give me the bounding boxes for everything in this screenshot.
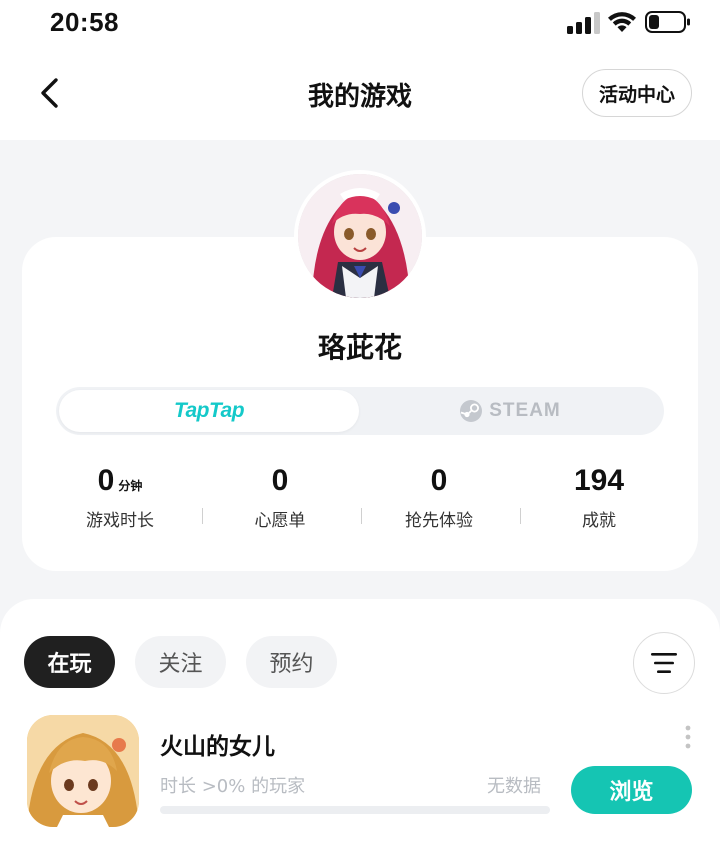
battery-icon: [645, 11, 690, 33]
sort-icon: [651, 653, 677, 673]
stat-value: 0: [271, 464, 289, 497]
status-bar: 20:58: [0, 0, 720, 48]
tab-playing[interactable]: 在玩: [24, 636, 115, 688]
nav-bar: 我的游戏 活动中心: [0, 48, 720, 140]
sort-filter-button[interactable]: [633, 632, 695, 694]
status-time: 20:58: [50, 7, 119, 37]
game-title[interactable]: 火山的女儿: [160, 727, 275, 761]
stat-early-access[interactable]: 0 抢先体验: [359, 462, 519, 531]
activity-center-button[interactable]: 活动中心: [582, 69, 692, 117]
game-icon[interactable]: [27, 715, 139, 827]
tab-reserved[interactable]: 预约: [246, 636, 337, 688]
username: 珞茈花: [317, 331, 402, 364]
steam-label: STEAM: [489, 400, 561, 421]
browse-button[interactable]: 浏览: [571, 766, 692, 814]
platform-switcher: TapTap STEAM: [56, 387, 664, 435]
stat-achievements[interactable]: 194 成就: [519, 462, 679, 531]
stat-value: 0: [97, 464, 115, 497]
stat-label: 成就: [582, 511, 616, 531]
avatar-illustration: [298, 174, 422, 298]
stat-label: 游戏时长: [86, 511, 154, 531]
stat-wishlist[interactable]: 0 心愿单: [200, 462, 360, 531]
taptap-logo: TapTap: [173, 399, 245, 422]
game-cover-illustration: [27, 715, 139, 827]
game-playtime-percentile: 时长 >0% 的玩家: [160, 776, 306, 797]
avatar[interactable]: [294, 170, 426, 302]
stat-value-wrap: 0 分钟: [40, 462, 200, 500]
tab-following[interactable]: 关注: [135, 636, 226, 688]
stat-value: 0: [430, 464, 448, 497]
cellular-signal-icon: [567, 12, 600, 34]
stat-unit: 分钟: [118, 479, 143, 493]
taptap-tab[interactable]: TapTap: [59, 390, 359, 432]
steam-tab[interactable]: STEAM: [360, 390, 660, 432]
stat-playtime[interactable]: 0 分钟 游戏时长: [40, 462, 200, 531]
stat-value: 194: [573, 464, 625, 497]
steam-icon: [460, 400, 483, 422]
stat-label: 抢先体验: [405, 511, 473, 531]
wifi-icon: [608, 12, 636, 32]
more-options-icon[interactable]: [680, 722, 696, 752]
stat-label: 心愿单: [254, 511, 306, 531]
game-status: 无数据: [487, 776, 541, 797]
game-progress-bar: [160, 806, 550, 814]
